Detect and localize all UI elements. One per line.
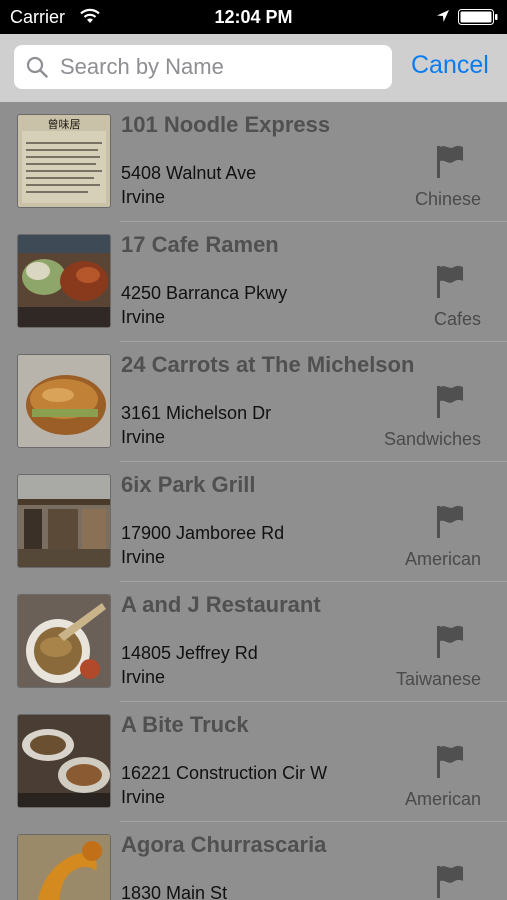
restaurant-city: Irvine — [121, 787, 166, 807]
restaurant-photo — [17, 714, 111, 808]
cancel-button[interactable]: Cancel — [411, 51, 489, 80]
restaurant-city: Irvine — [121, 187, 166, 207]
search-field[interactable] — [14, 45, 392, 89]
restaurant-photo: 曾味居 — [17, 114, 111, 208]
restaurant-address: 1830 Main St — [121, 883, 228, 900]
restaurant-name: 17 Cafe Ramen — [121, 232, 279, 257]
search-icon — [26, 56, 48, 83]
list-item[interactable]: A and J Restaurant 14805 Jeffrey Rd Irvi… — [0, 582, 507, 702]
flag-icon[interactable] — [435, 864, 465, 900]
status-time: 12:04 PM — [214, 7, 293, 27]
restaurant-address: 14805 Jeffrey Rd — [121, 643, 258, 663]
flag-icon[interactable] — [435, 744, 465, 785]
restaurant-category: Sandwiches — [383, 429, 481, 449]
restaurant-photo — [17, 834, 111, 900]
restaurant-category: Taiwanese — [395, 669, 481, 689]
list-item[interactable]: 6ix Park Grill 17900 Jamboree Rd Irvine … — [0, 462, 507, 582]
flag-icon[interactable] — [435, 144, 465, 185]
battery-icon — [458, 9, 498, 30]
restaurant-category: American — [404, 549, 481, 569]
flag-icon[interactable] — [435, 384, 465, 425]
restaurant-category: Chinese — [414, 189, 481, 209]
restaurant-city: Irvine — [121, 427, 166, 447]
flag-icon[interactable] — [435, 264, 465, 305]
restaurant-address: 3161 Michelson Dr — [121, 403, 272, 423]
restaurant-category: Cafes — [433, 309, 481, 329]
restaurant-address: 16221 Construction Cir W — [121, 763, 328, 783]
restaurant-name: Agora Churrascaria — [121, 832, 327, 857]
restaurant-address: 5408 Walnut Ave — [121, 163, 257, 183]
flag-icon[interactable] — [435, 624, 465, 665]
restaurant-photo — [17, 234, 111, 328]
restaurant-photo — [17, 354, 111, 448]
restaurant-photo — [17, 474, 111, 568]
list-item[interactable]: 曾味居 101 Noodle Express 5408 Walnut Ave I… — [0, 102, 507, 222]
list-item[interactable]: A Bite Truck 16221 Construction Cir W Ir… — [0, 702, 507, 822]
location-arrow-icon — [436, 9, 450, 28]
restaurant-name: A Bite Truck — [121, 712, 249, 737]
restaurant-category: American — [404, 789, 481, 809]
thumb-sign-text: 曾味居 — [48, 117, 81, 131]
restaurant-list[interactable]: 曾味居 101 Noodle Express 5408 Walnut Ave I… — [0, 102, 507, 900]
flag-icon[interactable] — [435, 504, 465, 545]
restaurant-name: 24 Carrots at The Michelson — [121, 352, 415, 377]
list-item[interactable]: 17 Cafe Ramen 4250 Barranca Pkwy Irvine … — [0, 222, 507, 342]
restaurant-address: 17900 Jamboree Rd — [121, 523, 285, 543]
list-item[interactable]: Agora Churrascaria 1830 Main St — [0, 822, 507, 900]
restaurant-city: Irvine — [121, 307, 166, 327]
status-bar: Carrier 12:04 PM — [0, 0, 507, 34]
restaurant-name: 6ix Park Grill — [121, 472, 256, 497]
restaurant-photo — [17, 594, 111, 688]
search-input[interactable] — [60, 53, 380, 81]
restaurant-city: Irvine — [121, 547, 166, 567]
restaurant-address: 4250 Barranca Pkwy — [121, 283, 288, 303]
restaurant-name: 101 Noodle Express — [121, 112, 331, 137]
restaurant-name: A and J Restaurant — [121, 592, 321, 617]
search-bar: Cancel — [0, 34, 507, 102]
restaurant-city: Irvine — [121, 667, 166, 687]
list-item[interactable]: 24 Carrots at The Michelson 3161 Michels… — [0, 342, 507, 462]
